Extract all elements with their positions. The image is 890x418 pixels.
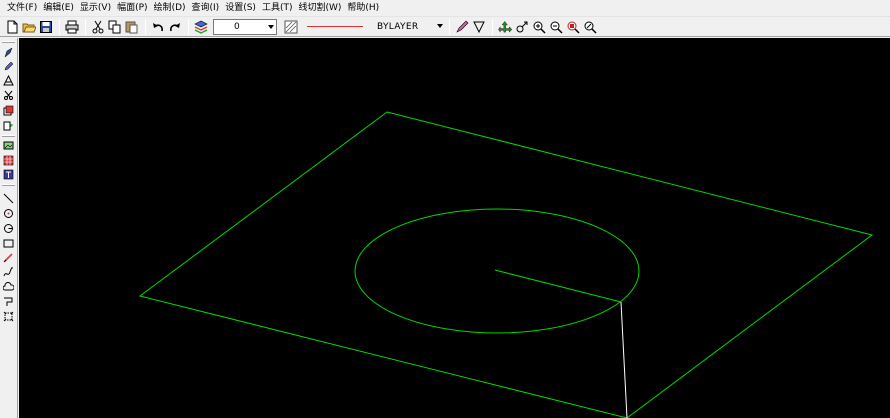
menu-wirecut[interactable]: 线切割(W) bbox=[295, 0, 344, 17]
block-icon[interactable] bbox=[2, 104, 15, 117]
filter-icon[interactable] bbox=[471, 19, 487, 35]
app-window: 文件(F) 编辑(E) 显示(V) 幅面(P) 绘制(D) 查询(I) 设置(S… bbox=[0, 0, 890, 418]
menu-view[interactable]: 显示(V) bbox=[77, 0, 114, 17]
chevron-down-icon bbox=[437, 23, 443, 28]
zoom-all-icon[interactable] bbox=[582, 19, 598, 35]
insert-icon[interactable] bbox=[2, 119, 15, 132]
circle-icon[interactable] bbox=[2, 222, 15, 235]
hatch-icon[interactable] bbox=[2, 251, 15, 264]
toolbar-grip bbox=[2, 135, 15, 137]
toolbar-separator bbox=[492, 18, 493, 35]
linetype-select-value: BYLAYER bbox=[377, 21, 419, 32]
open-folder-icon[interactable] bbox=[21, 19, 37, 35]
drawing-canvas[interactable] bbox=[19, 38, 890, 418]
trim-icon[interactable] bbox=[2, 89, 15, 102]
plate-outline bbox=[138, 111, 874, 418]
pen-property-icon[interactable] bbox=[454, 19, 470, 35]
pan-icon[interactable] bbox=[497, 19, 513, 35]
menu-query[interactable]: 查询(I) bbox=[189, 0, 223, 17]
linetype-select[interactable]: BYLAYER bbox=[303, 19, 445, 35]
triangle-icon[interactable] bbox=[2, 74, 15, 87]
linetype-preview-line bbox=[307, 26, 363, 27]
drawing-view bbox=[138, 111, 874, 418]
toolbar-grip bbox=[2, 184, 15, 186]
toolbar-separator bbox=[188, 18, 189, 35]
zoom-in-icon[interactable] bbox=[531, 19, 547, 35]
menu-help[interactable]: 帮助(H) bbox=[344, 0, 382, 17]
standard-toolbar: 0 BYLAYER bbox=[0, 17, 890, 37]
layer-select-value: 0 bbox=[234, 21, 240, 32]
menu-tools[interactable]: 工具(T) bbox=[259, 0, 296, 17]
linetype-icon[interactable] bbox=[283, 19, 299, 35]
layer-select[interactable]: 0 bbox=[213, 18, 277, 35]
text-icon[interactable] bbox=[2, 168, 15, 181]
drawing-toolbar bbox=[0, 38, 18, 418]
pen-icon[interactable] bbox=[2, 60, 15, 73]
menu-bar: 文件(F) 编辑(E) 显示(V) 幅面(P) 绘制(D) 查询(I) 设置(S… bbox=[0, 0, 890, 17]
menu-settings[interactable]: 设置(S) bbox=[222, 0, 259, 17]
toolbar-separator bbox=[145, 18, 146, 35]
menu-edit[interactable]: 编辑(E) bbox=[40, 0, 77, 17]
zoom-window-icon[interactable] bbox=[565, 19, 581, 35]
point-icon[interactable] bbox=[2, 46, 15, 59]
lead-line bbox=[620, 301, 628, 418]
toolbar-grip bbox=[2, 41, 15, 43]
zoom-out-icon[interactable] bbox=[548, 19, 564, 35]
circle-center-icon[interactable] bbox=[2, 207, 15, 220]
cut-icon[interactable] bbox=[90, 19, 106, 35]
save-icon[interactable] bbox=[38, 19, 54, 35]
paste-icon[interactable] bbox=[124, 19, 140, 35]
region-icon[interactable] bbox=[2, 310, 15, 323]
toolbar-separator bbox=[449, 18, 450, 35]
table-icon[interactable] bbox=[2, 154, 15, 167]
undo-icon[interactable] bbox=[150, 19, 166, 35]
redo-icon[interactable] bbox=[167, 19, 183, 35]
rectangle-icon[interactable] bbox=[2, 237, 15, 250]
radius-line bbox=[494, 269, 622, 303]
polyline-icon[interactable] bbox=[2, 295, 15, 308]
cloud-icon[interactable] bbox=[2, 281, 15, 294]
toolbar-separator bbox=[59, 18, 60, 35]
new-file-icon[interactable] bbox=[4, 19, 20, 35]
line-icon[interactable] bbox=[2, 192, 15, 205]
zoom-realtime-icon[interactable] bbox=[514, 19, 530, 35]
menu-draw[interactable]: 绘制(D) bbox=[151, 0, 189, 17]
menu-page[interactable]: 幅面(P) bbox=[114, 0, 150, 17]
copy-icon[interactable] bbox=[107, 19, 123, 35]
spline-icon[interactable] bbox=[2, 266, 15, 279]
image-icon[interactable] bbox=[2, 139, 15, 152]
chevron-down-icon bbox=[268, 24, 274, 29]
layer-manager-icon[interactable] bbox=[193, 19, 209, 35]
toolbar-separator bbox=[85, 18, 86, 35]
menu-file[interactable]: 文件(F) bbox=[4, 0, 40, 17]
print-icon[interactable] bbox=[64, 19, 80, 35]
